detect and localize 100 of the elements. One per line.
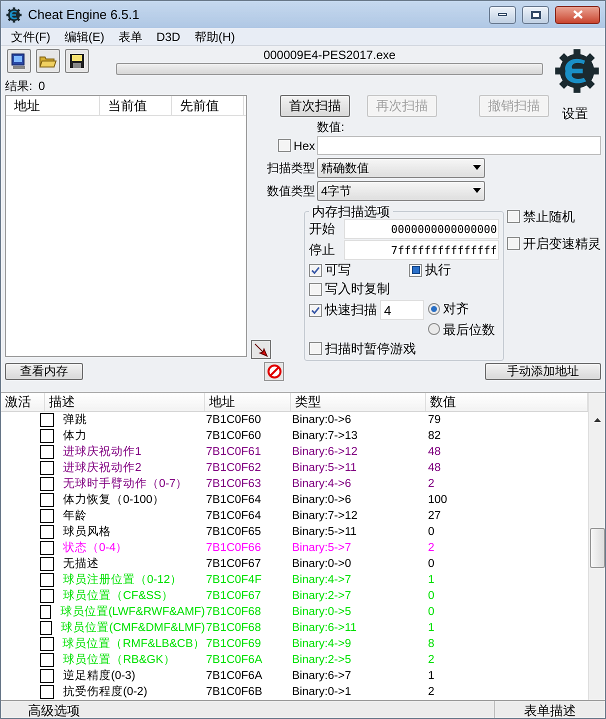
close-button[interactable]	[555, 6, 600, 24]
dropdown-arrow-icon	[473, 188, 481, 194]
column-header[interactable]: 当前值	[100, 96, 172, 115]
table-extras-button[interactable]: 表单描述	[495, 701, 605, 718]
row-checkbox[interactable]	[40, 461, 54, 475]
address-cell-text: 7B1C0F6B	[205, 685, 264, 700]
memory-view-button[interactable]: 查看内存	[5, 362, 83, 380]
checkbox[interactable]	[409, 264, 422, 277]
column-header[interactable]: 描述	[45, 393, 205, 411]
menu-item[interactable]: D3D	[156, 28, 180, 46]
scroll-thumb[interactable]	[590, 528, 604, 568]
row-checkbox[interactable]	[40, 541, 54, 555]
checkbox[interactable]	[278, 139, 291, 152]
prohibited-icon	[266, 364, 282, 378]
type-cell-text: Binary:5->11	[291, 461, 358, 476]
value-cell-text: 2	[427, 477, 436, 492]
checkbox-label: 开启变速精灵	[523, 234, 601, 253]
value-input[interactable]	[317, 136, 601, 156]
column-header[interactable]: 地址	[6, 96, 100, 115]
row-checkbox[interactable]	[40, 477, 54, 491]
stop-button[interactable]	[264, 362, 284, 380]
checkbox[interactable]	[309, 282, 322, 296]
checkbox-label: 可写	[325, 261, 351, 280]
row-checkbox[interactable]	[40, 573, 54, 587]
scan-button[interactable]: 首次扫描	[280, 95, 350, 118]
menu-item[interactable]: 帮助(H)	[194, 28, 236, 46]
arrow-icon	[254, 342, 268, 357]
menu-item[interactable]: 编辑(E)	[64, 28, 104, 46]
row-checkbox[interactable]	[40, 413, 54, 427]
row-checkbox[interactable]	[40, 669, 54, 683]
scroll-up-icon[interactable]	[594, 418, 600, 422]
computer-button[interactable]	[7, 49, 31, 73]
row-checkbox[interactable]	[40, 621, 52, 635]
row-checkbox[interactable]	[40, 589, 54, 603]
column-header[interactable]: 激活	[1, 393, 45, 411]
results-count: 0	[38, 78, 46, 94]
row-checkbox[interactable]	[40, 653, 54, 667]
checkbox[interactable]	[309, 304, 322, 317]
maximize-button[interactable]	[522, 6, 549, 24]
address-cell-text: 7B1C0F4F	[205, 573, 263, 588]
results-label: 结果:	[5, 78, 32, 94]
description-cell: 球员注册位置（0-12）	[63, 572, 182, 588]
radio-button[interactable]	[428, 302, 440, 315]
scan-type-select[interactable]: 精确数值	[317, 158, 485, 178]
floppy-disk-button[interactable]	[65, 49, 89, 73]
type-cell-text: Binary:0->6	[291, 493, 352, 508]
type-cell-text: Binary:5->11	[291, 525, 358, 540]
row-checkbox[interactable]	[40, 637, 54, 651]
description-cell-text: 球员位置（RB&GK）	[63, 652, 176, 668]
column-header[interactable]: 先前值	[172, 96, 244, 115]
checkbox[interactable]	[309, 342, 322, 356]
value-cell-text: 1	[427, 621, 436, 636]
address-cell-text: 7B1C0F62	[205, 461, 262, 476]
menu-item[interactable]: 文件(F)	[11, 28, 50, 46]
description-cell-text: 无描述	[63, 556, 99, 572]
row-checkbox[interactable]	[40, 445, 54, 459]
arrow-button[interactable]	[251, 340, 271, 360]
start-address-field[interactable]: 0000000000000000	[344, 219, 499, 240]
value-cell-text: 1	[427, 669, 436, 684]
gear-logo	[554, 48, 600, 94]
type-cell-text: Binary:0->0	[291, 557, 352, 572]
row-checkbox[interactable]	[40, 605, 52, 619]
radio-button[interactable]	[428, 323, 440, 336]
type-cell-text: Binary:4->6	[291, 477, 352, 492]
row-checkbox[interactable]	[40, 429, 54, 443]
row-checkbox[interactable]	[40, 525, 54, 539]
value-cell-text: 0	[427, 605, 436, 620]
description-cell-text: 球员风格	[63, 524, 111, 540]
stop-address-field[interactable]: 7fffffffffffffff	[344, 240, 499, 260]
menu-item[interactable]: 表单	[118, 28, 142, 46]
add-address-button[interactable]: 手动添加地址	[485, 362, 601, 380]
description-cell-text: 状态（0-4）	[63, 540, 128, 556]
type-cell-text: Binary:0->6	[291, 413, 352, 428]
checkbox-label: 扫描时暂停游戏	[325, 340, 416, 358]
address-cell-text: 7B1C0F64	[205, 509, 262, 524]
checkbox[interactable]	[507, 236, 520, 250]
address-cell-text: 7B1C0F6A	[205, 669, 264, 684]
group-title: 内存扫描选项	[311, 204, 391, 220]
row-checkbox[interactable]	[40, 493, 54, 507]
row-checkbox[interactable]	[40, 685, 54, 699]
address-cell-text: 7B1C0F65	[205, 525, 262, 540]
row-checkbox[interactable]	[40, 509, 54, 523]
row-checkbox[interactable]	[40, 557, 54, 571]
type-cell-text: Binary:0->1	[291, 685, 352, 700]
minimize-button[interactable]	[489, 6, 516, 24]
column-header[interactable]: 地址	[205, 393, 291, 411]
folder-button[interactable]	[36, 49, 60, 73]
type-cell-text: Binary:7->12	[291, 509, 359, 524]
advanced-options-button[interactable]: 高级选项	[1, 701, 495, 718]
dropdown-arrow-icon	[473, 165, 481, 170]
description-cell: 抗受伤程度(0-2)	[63, 684, 148, 700]
value-type-select[interactable]: 4字节	[317, 180, 485, 201]
column-header[interactable]: 类型	[291, 393, 426, 411]
alignment-input[interactable]: 4	[380, 300, 424, 320]
settings-label[interactable]: 设置	[549, 104, 601, 124]
type-cell-text: Binary:4->7	[291, 573, 352, 588]
checkbox[interactable]	[309, 264, 322, 277]
value-cell-text: 0	[427, 557, 436, 572]
scrollbar[interactable]	[588, 393, 605, 700]
checkbox[interactable]	[507, 210, 520, 224]
